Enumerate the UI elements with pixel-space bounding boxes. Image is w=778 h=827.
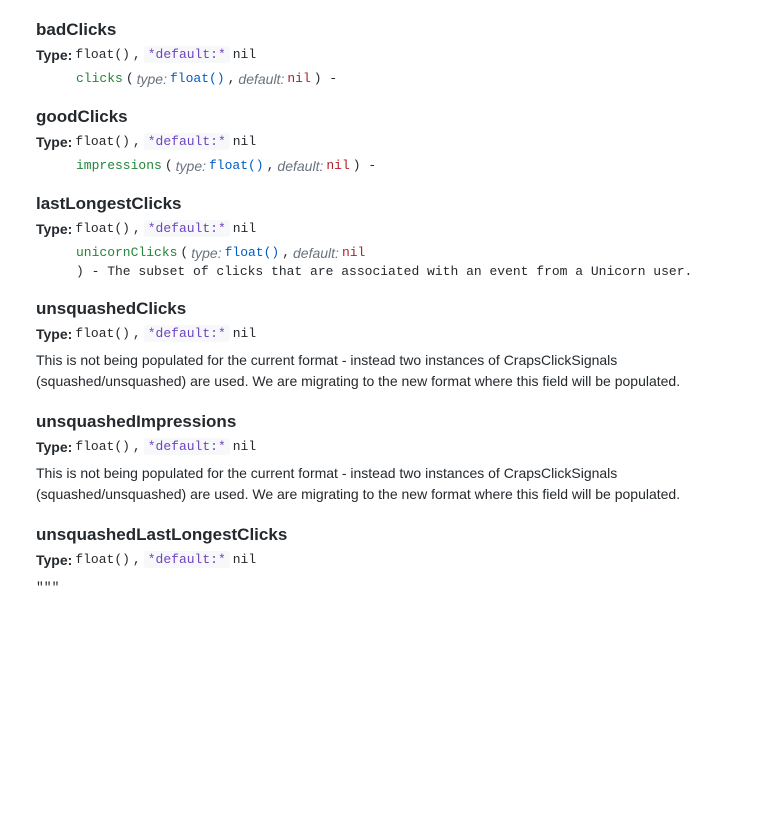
type-line: Type: float() , *default:* nil <box>36 133 742 150</box>
type-prefix: Type: <box>36 326 72 342</box>
section-title: goodClicks <box>36 107 742 127</box>
section-title: lastLongestClicks <box>36 194 742 214</box>
section-unsquashedImpressions: unsquashedImpressions Type: float() , *d… <box>36 412 742 505</box>
type-prefix: Type: <box>36 47 72 63</box>
param-type-value: float() <box>225 245 280 260</box>
default-value: nil <box>233 439 256 454</box>
param-default-label: default: <box>238 71 284 87</box>
section-lastLongestClicks: lastLongestClicks Type: float() , *defau… <box>36 194 742 279</box>
api-docs-container: badClicks Type: float() , *default:* nil… <box>36 20 742 598</box>
type-prefix: Type: <box>36 221 72 237</box>
default-badge: *default:* <box>144 325 230 342</box>
section-title: unsquashedImpressions <box>36 412 742 432</box>
section-goodClicks: goodClicks Type: float() , *default:* ni… <box>36 107 742 174</box>
type-prefix: Type: <box>36 439 72 455</box>
type-line: Type: float() , *default:* nil <box>36 220 742 237</box>
type-value: float() <box>75 134 130 149</box>
default-value: nil <box>233 221 256 236</box>
type-value: float() <box>75 47 130 62</box>
param-default-label: default: <box>293 245 339 261</box>
param-item: impressions ( type: float() , default: n… <box>76 158 742 174</box>
default-badge: *default:* <box>144 551 230 568</box>
param-list: clicks ( type: float() , default: nil ) … <box>36 71 742 87</box>
param-default-label: default: <box>277 158 323 174</box>
default-value: nil <box>233 47 256 62</box>
type-line: Type: float() , *default:* nil <box>36 438 742 455</box>
section-description: This is not being populated for the curr… <box>36 463 742 505</box>
default-value: nil <box>233 134 256 149</box>
type-line: Type: float() , *default:* nil <box>36 551 742 568</box>
section-description: This is not being populated for the curr… <box>36 350 742 392</box>
default-badge: *default:* <box>144 220 230 237</box>
param-list: unicornClicks ( type: float() , default:… <box>36 245 742 279</box>
type-value: float() <box>75 326 130 341</box>
param-list: impressions ( type: float() , default: n… <box>36 158 742 174</box>
param-name: impressions <box>76 158 162 173</box>
default-badge: *default:* <box>144 46 230 63</box>
default-badge: *default:* <box>144 133 230 150</box>
param-type-label: type: <box>191 245 221 261</box>
section-unsquashedLastLongestClicks: unsquashedLastLongestClicks Type: float(… <box>36 525 742 598</box>
section-title: badClicks <box>36 20 742 40</box>
type-line: Type: float() , *default:* nil <box>36 46 742 63</box>
section-title: unsquashedLastLongestClicks <box>36 525 742 545</box>
type-prefix: Type: <box>36 134 72 150</box>
param-item: clicks ( type: float() , default: nil ) … <box>76 71 742 87</box>
default-value: nil <box>233 552 256 567</box>
param-type-label: type: <box>137 71 167 87</box>
default-value: nil <box>233 326 256 341</box>
param-type-value: float() <box>209 158 264 173</box>
param-default-value: nil <box>342 245 365 260</box>
type-value: float() <box>75 221 130 236</box>
param-type-label: type: <box>176 158 206 174</box>
type-value: float() <box>75 552 130 567</box>
type-value: float() <box>75 439 130 454</box>
type-prefix: Type: <box>36 552 72 568</box>
param-default-value: nil <box>326 158 349 173</box>
param-name: clicks <box>76 71 123 86</box>
section-unsquashedClicks: unsquashedClicks Type: float() , *defaul… <box>36 299 742 392</box>
type-line: Type: float() , *default:* nil <box>36 325 742 342</box>
param-type-value: float() <box>170 71 225 86</box>
param-name: unicornClicks <box>76 245 177 260</box>
section-description: """ <box>36 576 742 598</box>
section-badClicks: badClicks Type: float() , *default:* nil… <box>36 20 742 87</box>
section-title: unsquashedClicks <box>36 299 742 319</box>
param-item: unicornClicks ( type: float() , default:… <box>76 245 742 279</box>
default-badge: *default:* <box>144 438 230 455</box>
param-default-value: nil <box>287 71 310 86</box>
